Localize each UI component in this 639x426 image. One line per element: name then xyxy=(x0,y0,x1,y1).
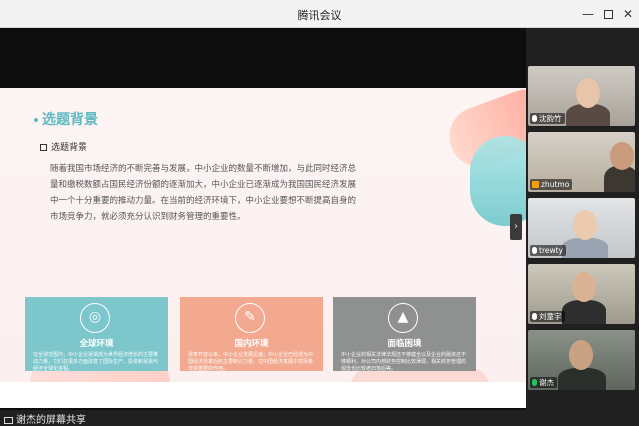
presentation-slide: 选题背景 选题背景 随着我国市场经济的不断完善与发展，中小企业的数量不断增加，与… xyxy=(0,88,526,408)
participant-panel: 沈韵竹 zhutmo trewty 刘童宇 谢杰 xyxy=(526,28,639,410)
mic-icon xyxy=(532,379,537,386)
person-figure xyxy=(573,210,597,240)
slide-canvas: 选题背景 选题背景 随着我国市场经济的不断完善与发展，中小企业的数量不断增加，与… xyxy=(0,88,526,382)
participant-tile[interactable]: 刘童宇 xyxy=(528,264,635,324)
mic-icon xyxy=(532,313,537,320)
card-global: ◎ 全球环境 在全球范围内，中小企业逐渐成为世界经济增长的主要推动力量，它们在很… xyxy=(25,297,168,372)
participant-name-text: 沈韵竹 xyxy=(539,114,562,123)
status-bar: 谢杰的屏幕共享 xyxy=(0,410,639,426)
participant-tile-active[interactable]: 谢杰 xyxy=(528,330,635,390)
screen-share-label[interactable]: 谢杰的屏幕共享 xyxy=(4,411,86,426)
person-figure xyxy=(562,238,608,258)
maximize-icon xyxy=(603,10,613,19)
participant-name: 谢杰 xyxy=(530,377,557,388)
slide-title-text: 选题背景 xyxy=(42,112,98,128)
document-icon: ✎ xyxy=(235,303,265,333)
card-title: 面临困境 xyxy=(387,339,422,349)
person-figure xyxy=(558,368,606,390)
screen-share-icon xyxy=(4,417,13,424)
card-domestic: ✎ 国内环境 改革开放以来，中小企业发展迅速，中小企业已经成为中国经济改革后的主… xyxy=(180,297,323,372)
participant-tile[interactable]: 沈韵竹 xyxy=(528,66,635,126)
participant-name: zhutmo xyxy=(530,179,573,190)
bullet-dot xyxy=(34,118,38,122)
collapse-panel-button[interactable]: › xyxy=(510,214,522,240)
slide-subheading-text: 选题背景 xyxy=(51,143,88,153)
slide-paragraph: 随着我国市场经济的不断完善与发展，中小企业的数量不断增加，与此同时经济总量和缴税… xyxy=(50,164,357,222)
slide-subheading: 选题背景 xyxy=(40,140,87,153)
window-title: 腾讯会议 xyxy=(297,9,342,22)
card-text: 改革开放以来，中小企业发展迅速，中小企业已经成为中国经济改革后的主要新兴力量，在… xyxy=(188,352,314,372)
minimize-button[interactable]: — xyxy=(578,4,598,24)
close-button[interactable]: ✕ xyxy=(618,4,638,24)
screen-share-label-text: 谢杰的屏幕共享 xyxy=(16,415,86,426)
mic-icon xyxy=(532,115,537,122)
mountain-icon: ▲ xyxy=(388,303,418,333)
title-bar: 腾讯会议 — ✕ xyxy=(0,0,639,28)
participant-name-text: 刘童宇 xyxy=(539,312,562,321)
card-difficulties: ▲ 面临困境 中小企业的相关法律法规还不够健全以及企业的融资还不够顺利，对公司内… xyxy=(333,297,476,372)
checkbox-icon xyxy=(40,144,47,151)
participant-name: trewty xyxy=(530,245,566,256)
card-text: 中小企业的相关法律法规还不够健全以及企业的融资还不够顺利，对公司内部财务控制比较… xyxy=(341,352,467,372)
participant-name-text: 谢杰 xyxy=(539,378,554,387)
person-figure xyxy=(604,166,635,192)
person-figure xyxy=(562,300,606,324)
participant-tile[interactable]: zhutmo xyxy=(528,132,635,192)
meeting-window: 腾讯会议 — ✕ 选题背景 选题背景 随着我国市场经济的不断完善与发展，中小企业… xyxy=(0,0,639,426)
card-text: 在全球范围内，中小企业逐渐成为世界经济增长的主要推动力量，它们在很多方面改变了国… xyxy=(33,352,159,372)
participant-name: 沈韵竹 xyxy=(530,113,565,124)
participant-name: 刘童宇 xyxy=(530,311,565,322)
slide-title: 选题背景 xyxy=(34,109,98,129)
shared-screen: 选题背景 选题背景 随着我国市场经济的不断完善与发展，中小企业的数量不断增加，与… xyxy=(0,28,526,410)
participant-tile[interactable]: trewty xyxy=(528,198,635,258)
card-title: 全球环境 xyxy=(79,339,114,349)
user-icon xyxy=(532,181,539,188)
mic-icon xyxy=(532,247,537,254)
maximize-button[interactable] xyxy=(598,4,618,24)
decor-blob xyxy=(470,136,526,226)
participant-name-text: trewty xyxy=(539,246,563,255)
person-figure xyxy=(572,272,596,302)
person-figure xyxy=(569,340,593,370)
person-figure xyxy=(576,78,600,108)
card-title: 国内环境 xyxy=(234,339,269,349)
globe-icon: ◎ xyxy=(80,303,110,333)
person-figure xyxy=(610,142,634,170)
participant-name-text: zhutmo xyxy=(541,180,570,189)
